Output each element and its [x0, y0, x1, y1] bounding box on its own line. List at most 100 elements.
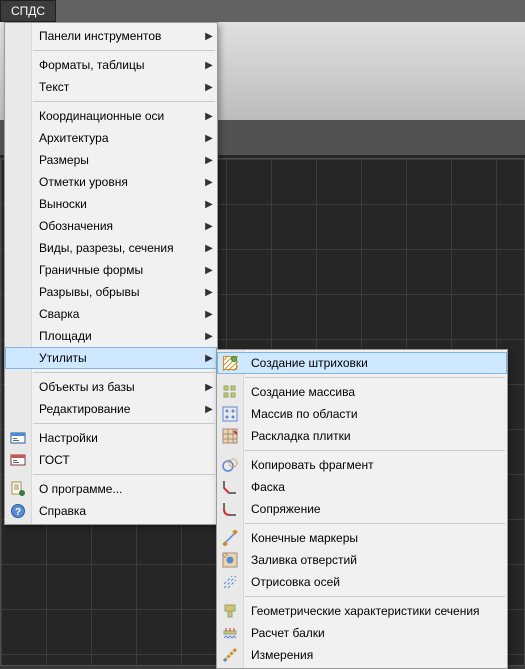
menu-item-label: Выноски	[31, 197, 201, 211]
menu-item-label: Создание штриховки	[243, 356, 507, 370]
hatch-icon	[217, 352, 243, 374]
menu-item-label: Фаска	[243, 480, 507, 494]
blank-icon	[5, 325, 31, 347]
menu-item-размеры[interactable]: Размеры▶	[5, 149, 217, 171]
blank-icon	[5, 281, 31, 303]
menu-separator	[33, 50, 215, 51]
menu-item-фаска[interactable]: Фаска	[217, 476, 507, 498]
menu-item-утилиты[interactable]: Утилиты▶	[5, 347, 217, 369]
section-icon	[217, 600, 243, 622]
menu-item-отметки-уровня[interactable]: Отметки уровня▶	[5, 171, 217, 193]
settings-icon	[5, 427, 31, 449]
menu-separator	[245, 523, 505, 524]
menu-item-создание-штриховки[interactable]: Создание штриховки	[217, 352, 507, 374]
menu-item-label: Панели инструментов	[31, 29, 201, 43]
menu-item-label: Массив по области	[243, 407, 507, 421]
blank-icon	[5, 237, 31, 259]
menu-item-площади[interactable]: Площади▶	[5, 325, 217, 347]
menu-item-о-программе[interactable]: О программе...	[5, 478, 217, 500]
blank-icon	[5, 398, 31, 420]
blank-icon	[5, 347, 31, 369]
blank-icon	[5, 149, 31, 171]
menu-separator	[33, 474, 215, 475]
menu-item-label: Граничные формы	[31, 263, 201, 277]
menu-item-граничные-формы[interactable]: Граничные формы▶	[5, 259, 217, 281]
menu-item-конечные-маркеры[interactable]: Конечные маркеры	[217, 527, 507, 549]
array-icon	[217, 381, 243, 403]
menu-item-заливка-отверстий[interactable]: Заливка отверстий	[217, 549, 507, 571]
menu-item-label: Площади	[31, 329, 201, 343]
utilities-submenu: Создание штриховки Создание массива Массив…	[216, 349, 508, 669]
menu-item-label: Создание массива	[243, 385, 507, 399]
menu-item-измерения[interactable]: Измерения	[217, 644, 507, 666]
menu-item-настройки[interactable]: Настройки	[5, 427, 217, 449]
menu-item-label: Сопряжение	[243, 502, 507, 516]
menu-item-label: Сварка	[31, 307, 201, 321]
menu-item-раскладка-плитки[interactable]: Раскладка плитки	[217, 425, 507, 447]
menu-item-архитектура[interactable]: Архитектура▶	[5, 127, 217, 149]
menu-item-создание-массива[interactable]: Создание массива	[217, 381, 507, 403]
blank-icon	[5, 25, 31, 47]
blank-icon	[5, 171, 31, 193]
blank-icon	[5, 215, 31, 237]
menu-item-label: Настройки	[31, 431, 217, 445]
blank-icon	[5, 76, 31, 98]
menu-item-редактирование[interactable]: Редактирование▶	[5, 398, 217, 420]
menu-item-label: Разрывы, обрывы	[31, 285, 201, 299]
chamfer-icon	[217, 476, 243, 498]
menu-item-форматы-таблицы[interactable]: Форматы, таблицы▶	[5, 54, 217, 76]
menu-item-обозначения[interactable]: Обозначения▶	[5, 215, 217, 237]
menu-separator	[33, 101, 215, 102]
submenu-arrow-icon: ▶	[201, 353, 217, 364]
help-icon: ?	[5, 500, 31, 522]
menu-item-label: ГОСТ	[31, 453, 217, 467]
menubar: СПДС	[0, 0, 56, 22]
menu-item-геометрические-характеристики-сечения[interactable]: Геометрические характеристики сечения	[217, 600, 507, 622]
menu-item-копировать-фрагмент[interactable]: Копировать фрагмент	[217, 454, 507, 476]
menu-item-label: Расчет балки	[243, 626, 507, 640]
menu-item-справка[interactable]: ? Справка	[5, 500, 217, 522]
menu-item-массив-по-области[interactable]: Массив по области	[217, 403, 507, 425]
menu-item-label: Виды, разрезы, сечения	[31, 241, 201, 255]
menu-item-label: Заливка отверстий	[243, 553, 507, 567]
copy-frag-icon	[217, 454, 243, 476]
menu-separator	[245, 377, 505, 378]
submenu-arrow-icon: ▶	[201, 243, 217, 254]
submenu-arrow-icon: ▶	[201, 82, 217, 93]
menu-item-label: Архитектура	[31, 131, 201, 145]
menu-item-панели-инструментов[interactable]: Панели инструментов▶	[5, 25, 217, 47]
submenu-arrow-icon: ▶	[201, 309, 217, 320]
menubar-item-spds[interactable]: СПДС	[0, 0, 56, 22]
menu-item-выноски[interactable]: Выноски▶	[5, 193, 217, 215]
menu-item-label: Утилиты	[31, 351, 201, 365]
menu-item-label: Копировать фрагмент	[243, 458, 507, 472]
menu-item-сварка[interactable]: Сварка▶	[5, 303, 217, 325]
svg-text:?: ?	[15, 507, 21, 518]
menu-item-отрисовка-осей[interactable]: Отрисовка осей	[217, 571, 507, 593]
menu-item-текст[interactable]: Текст▶	[5, 76, 217, 98]
blank-icon	[5, 54, 31, 76]
menu-separator	[245, 450, 505, 451]
menu-item-label: Геометрические характеристики сечения	[243, 604, 507, 618]
menu-item-виды-разрезы-сечения[interactable]: Виды, разрезы, сечения▶	[5, 237, 217, 259]
fillet-icon	[217, 498, 243, 520]
menu-item-разрывы-обрывы[interactable]: Разрывы, обрывы▶	[5, 281, 217, 303]
beam-icon	[217, 622, 243, 644]
submenu-arrow-icon: ▶	[201, 199, 217, 210]
menu-item-объекты-из-базы[interactable]: Объекты из базы▶	[5, 376, 217, 398]
menu-separator	[33, 372, 215, 373]
submenu-arrow-icon: ▶	[201, 382, 217, 393]
menu-item-координационные-оси[interactable]: Координационные оси▶	[5, 105, 217, 127]
menu-item-сопряжение[interactable]: Сопряжение	[217, 498, 507, 520]
holefill-icon	[217, 549, 243, 571]
menu-item-расчет-балки[interactable]: Расчет балки	[217, 622, 507, 644]
blank-icon	[5, 376, 31, 398]
menu-item-label: Отметки уровня	[31, 175, 201, 189]
blank-icon	[5, 105, 31, 127]
menu-item-гост[interactable]: ГОСТ	[5, 449, 217, 471]
menu-item-label: Раскладка плитки	[243, 429, 507, 443]
about-icon	[5, 478, 31, 500]
menu-separator	[33, 423, 215, 424]
menu-item-label: Справка	[31, 504, 217, 518]
menu-item-label: Координационные оси	[31, 109, 201, 123]
